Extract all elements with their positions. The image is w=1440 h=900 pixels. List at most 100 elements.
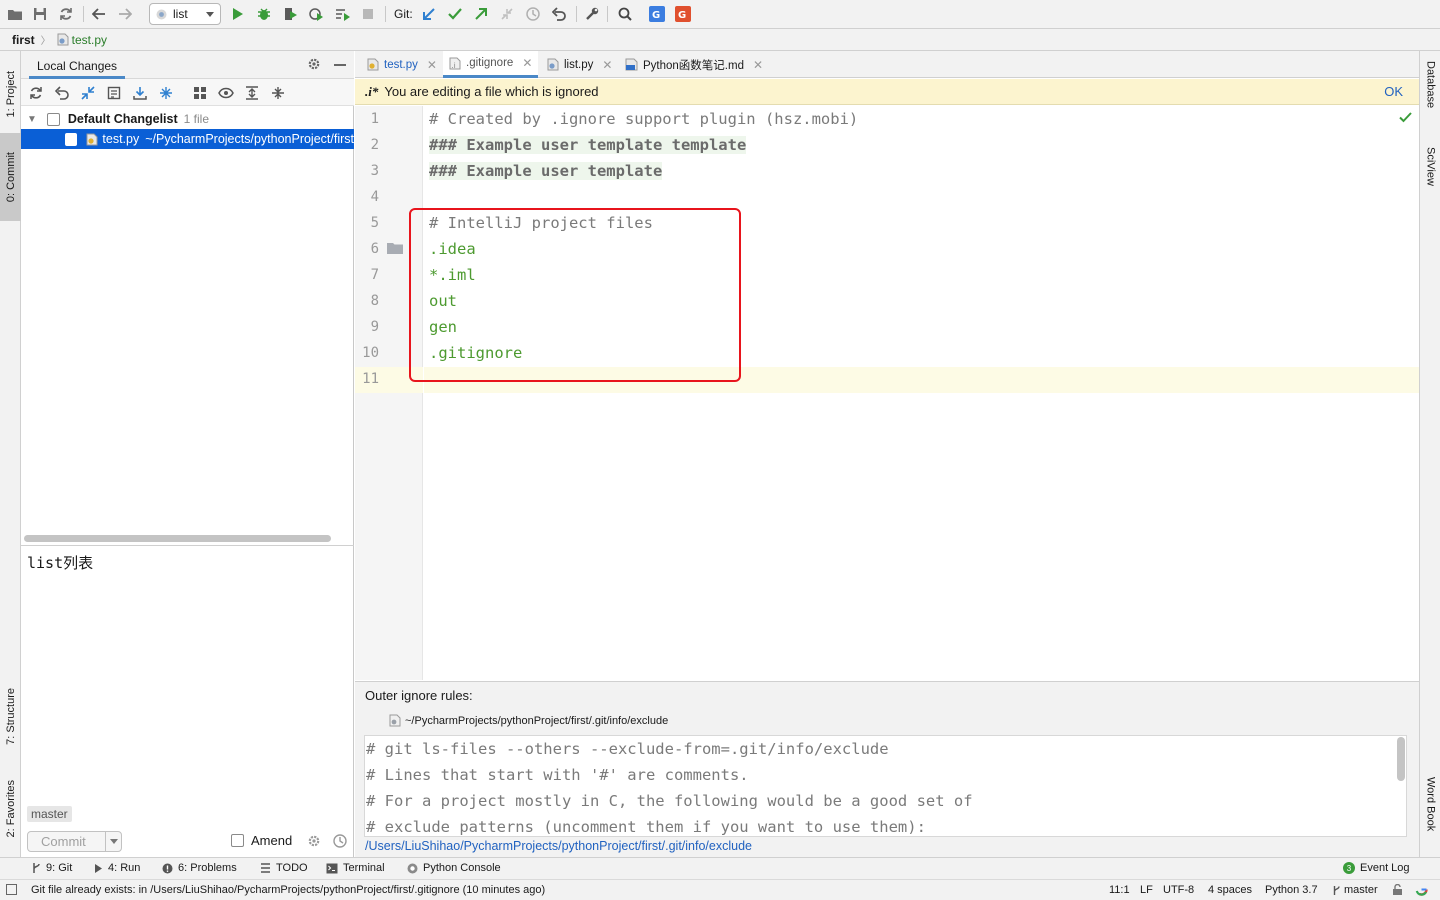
expand-all-icon[interactable]: [243, 84, 261, 102]
close-icon[interactable]: ✕: [753, 58, 763, 72]
group-by-icon[interactable]: [191, 84, 209, 102]
chevron-down-icon[interactable]: ▼: [27, 114, 37, 125]
run-concurrency-icon[interactable]: [333, 5, 351, 23]
changed-file-name: test.py: [102, 132, 140, 146]
problems-tool-button[interactable]: 6: Problems: [162, 862, 237, 874]
gear-icon[interactable]: [307, 57, 321, 71]
run-icon[interactable]: [229, 5, 247, 23]
tab-test-py[interactable]: test.py ✕: [361, 51, 443, 78]
event-log-tool-button[interactable]: 3 Event Log: [1343, 862, 1410, 874]
sciview-tool-label: SciView: [1424, 147, 1437, 186]
back-arrow-icon[interactable]: [90, 5, 108, 23]
collapse-all-icon[interactable]: [269, 84, 287, 102]
lock-icon[interactable]: [1392, 884, 1403, 896]
code-editor[interactable]: # Created by .ignore support plugin (hsz…: [424, 106, 1419, 680]
tab-gitignore[interactable]: .i .gitignore ✕: [443, 51, 539, 78]
favorites-tool-tab[interactable]: 2: Favorites: [0, 769, 21, 849]
gear-icon[interactable]: [307, 834, 321, 848]
git-commit-icon[interactable]: [446, 5, 464, 23]
structure-tool-tab[interactable]: 7: Structure: [0, 671, 21, 761]
translate-icon[interactable]: G: [648, 5, 666, 23]
banner-ok-link[interactable]: OK: [1384, 84, 1403, 99]
line-separator[interactable]: LF: [1140, 884, 1153, 896]
close-icon[interactable]: ✕: [427, 58, 437, 72]
breadcrumb-project[interactable]: first: [12, 33, 35, 47]
close-icon[interactable]: ✕: [522, 56, 532, 70]
status-message[interactable]: Git file already exists: in /Users/LiuSh…: [31, 884, 545, 896]
rollback-icon[interactable]: [53, 84, 71, 102]
git-push-icon[interactable]: [472, 5, 490, 23]
toggle-tool-windows-icon[interactable]: [6, 884, 17, 895]
wrench-settings-icon[interactable]: [583, 5, 601, 23]
run-configuration-select[interactable]: list: [149, 3, 221, 25]
show-diff-icon[interactable]: [79, 84, 97, 102]
commit-options-dropdown[interactable]: [105, 832, 121, 851]
run-with-coverage-icon[interactable]: [281, 5, 299, 23]
project-tool-tab[interactable]: 1: Project: [0, 59, 21, 129]
changelist-checkbox[interactable]: [46, 112, 60, 126]
outer-rules-editor[interactable]: # git ls-files --others --exclude-from=.…: [364, 735, 1407, 837]
commit-tool-tab[interactable]: 0: Commit: [0, 133, 21, 221]
wordbook-tool-tab[interactable]: Word Book: [1420, 777, 1440, 852]
amend-option[interactable]: Amend: [231, 833, 292, 848]
outer-code-line: # exclude patterns (uncomment them if yo…: [366, 818, 926, 836]
commit-button[interactable]: Commit: [27, 831, 122, 852]
history-clock-icon[interactable]: [333, 834, 347, 848]
file-checkbox[interactable]: [65, 132, 78, 146]
commit-message-input[interactable]: list列表: [21, 545, 354, 803]
shelve-icon[interactable]: [131, 84, 149, 102]
vertical-scrollbar[interactable]: [1397, 737, 1405, 781]
horizontal-scrollbar[interactable]: [24, 535, 331, 542]
git-update-icon[interactable]: [420, 5, 438, 23]
move-to-changelist-icon[interactable]: [157, 84, 175, 102]
database-tool-tab[interactable]: Database: [1420, 61, 1440, 131]
eye-view-options-icon[interactable]: [217, 84, 235, 102]
debug-icon[interactable]: [255, 5, 273, 23]
tab-python-notes-md[interactable]: Python函数笔记.md ✕: [619, 51, 769, 78]
close-icon[interactable]: ✕: [602, 58, 612, 72]
stop-icon[interactable]: [359, 5, 377, 23]
exclude-file-link[interactable]: /Users/LiuShihao/PycharmProjects/pythonP…: [365, 839, 752, 853]
amend-checkbox[interactable]: [231, 834, 244, 847]
forward-arrow-icon[interactable]: [116, 5, 134, 23]
checkmark-icon: [1399, 112, 1412, 123]
event-log-tool-label: Event Log: [1360, 862, 1410, 874]
minimize-icon[interactable]: [334, 64, 346, 66]
run-tool-button[interactable]: 4: Run: [94, 862, 140, 874]
translate-replace-icon[interactable]: G: [674, 5, 692, 23]
git-tool-button[interactable]: 9: Git: [31, 862, 72, 874]
caret-position[interactable]: 11:1: [1109, 884, 1130, 896]
sciview-tool-tab[interactable]: SciView: [1420, 147, 1440, 207]
changed-file-row[interactable]: test.py ~/PycharmProjects/pythonProject/…: [21, 129, 354, 149]
list-icon: [260, 863, 271, 873]
python-file-icon: [547, 58, 559, 71]
todo-tool-button[interactable]: TODO: [260, 862, 308, 874]
changelist-icon[interactable]: [105, 84, 123, 102]
changelist-name: Default Changelist: [67, 112, 178, 126]
sync-icon[interactable]: [57, 5, 75, 23]
history-clock-icon[interactable]: [524, 5, 542, 23]
profile-icon[interactable]: [307, 5, 325, 23]
changelist-row[interactable]: ▼ Default Changelist 1 file: [21, 109, 354, 129]
rollback-icon[interactable]: [550, 5, 568, 23]
open-folder-icon[interactable]: [6, 5, 24, 23]
run-tool-label: 4: Run: [108, 862, 141, 874]
terminal-tool-button[interactable]: Terminal: [326, 862, 385, 874]
folder-icon[interactable]: [386, 241, 404, 255]
tab-list-py[interactable]: list.py ✕: [541, 51, 618, 78]
git-branch-widget[interactable]: master: [1332, 884, 1378, 896]
line-number: 11: [362, 371, 379, 387]
save-all-icon[interactable]: [31, 5, 49, 23]
refresh-icon[interactable]: [27, 84, 45, 102]
git-compare-icon[interactable]: [498, 5, 516, 23]
google-icon[interactable]: [1415, 883, 1428, 896]
python-interpreter[interactable]: Python 3.7: [1265, 884, 1318, 896]
breadcrumb-file[interactable]: test.py: [57, 33, 107, 47]
commit-tool-label: 0: Commit: [4, 151, 17, 203]
python-console-tool-button[interactable]: Python Console: [407, 862, 501, 874]
tab-local-changes[interactable]: Local Changes: [29, 55, 126, 79]
indent-setting[interactable]: 4 spaces: [1208, 884, 1252, 896]
file-encoding[interactable]: UTF-8: [1163, 884, 1194, 896]
annotation-highlight-box: [409, 208, 741, 382]
search-icon[interactable]: [616, 5, 634, 23]
